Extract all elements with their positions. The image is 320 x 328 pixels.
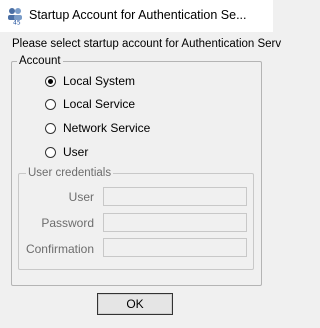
radio-network-service[interactable]: Network Service — [45, 120, 150, 136]
radio-button[interactable] — [45, 98, 56, 110]
user-input[interactable] — [103, 187, 247, 206]
radio-label: Local System — [63, 74, 136, 88]
window-title: Startup Account for Authentication Se... — [29, 8, 247, 22]
radio-label: User — [63, 145, 89, 159]
radio-local-service[interactable]: Local Service — [45, 96, 135, 112]
credentials-group-legend: User credentials — [26, 167, 114, 180]
ok-button[interactable]: OK — [97, 293, 173, 315]
app-icon: 45 — [7, 7, 23, 27]
radio-label: Local Service — [63, 97, 136, 111]
confirmation-input[interactable] — [103, 238, 247, 257]
radio-user[interactable]: User — [45, 144, 88, 160]
user-field-label: User — [68, 190, 94, 204]
prompt-text: Please select startup account for Authen… — [12, 38, 282, 50]
password-input[interactable] — [103, 213, 247, 232]
svg-text:45: 45 — [13, 20, 21, 26]
password-field-label: Password — [41, 216, 94, 230]
title-bar[interactable]: 45 Startup Account for Authentication Se… — [0, 0, 273, 32]
radio-button[interactable] — [45, 146, 56, 158]
radio-label: Network Service — [63, 121, 151, 135]
account-group-legend: Account — [17, 55, 63, 68]
radio-button[interactable] — [45, 75, 56, 87]
radio-button[interactable] — [45, 122, 56, 134]
radio-local-system[interactable]: Local System — [45, 73, 135, 89]
confirmation-field-label: Confirmation — [25, 242, 94, 256]
